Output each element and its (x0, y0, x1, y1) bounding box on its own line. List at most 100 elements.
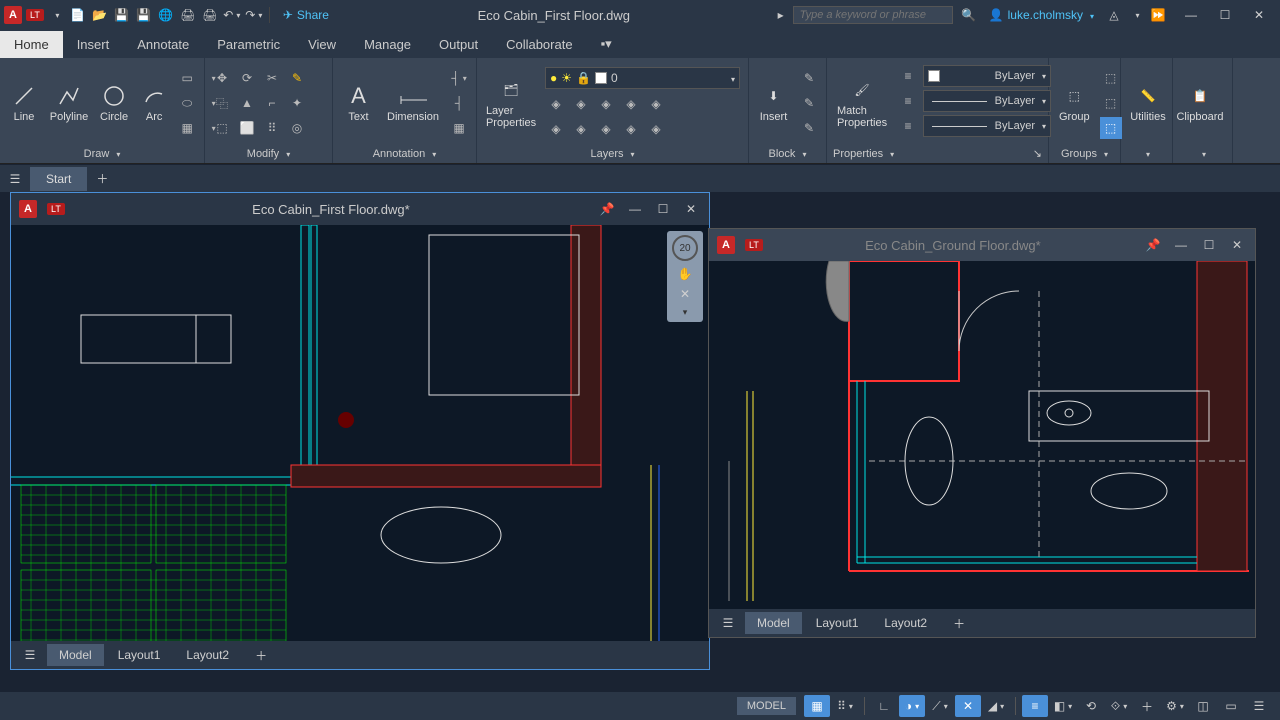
app-dropdown[interactable] (1126, 5, 1146, 25)
expand-icon[interactable]: ⏩ (1148, 5, 1168, 25)
layer-a-icon[interactable]: ◈ (545, 118, 567, 140)
search-prev-icon[interactable]: ▸ (771, 5, 791, 25)
lineweight-dropdown[interactable]: ByLayer (923, 90, 1051, 112)
file-tabs-menu[interactable]: ☰ (0, 172, 30, 186)
tab-collaborate[interactable]: Collaborate (492, 31, 587, 58)
layer-iso-icon[interactable]: ◈ (620, 93, 642, 115)
tab-output[interactable]: Output (425, 31, 492, 58)
start-tab[interactable]: Start (30, 167, 87, 191)
osnap-toggle[interactable]: ✕ (955, 695, 981, 717)
ws-dd[interactable]: ⚙ (1162, 695, 1188, 717)
doc1-model-tab[interactable]: Model (47, 644, 104, 666)
cycle-toggle[interactable]: ⟲ (1078, 695, 1104, 717)
doc1-layout1-tab[interactable]: Layout1 (106, 644, 173, 666)
doc2-min-button[interactable]: — (1171, 235, 1191, 255)
doc2-layout2-tab[interactable]: Layout2 (872, 612, 939, 634)
block-edit-icon[interactable]: ✎ (798, 92, 820, 114)
ortho-toggle[interactable]: ∟ (871, 695, 897, 717)
tab-annotate[interactable]: Annotate (123, 31, 203, 58)
layer-dropdown[interactable]: ● ☀ 🔒 0 (545, 67, 740, 89)
transparency-toggle[interactable]: ◧ (1050, 695, 1076, 717)
layer-b-icon[interactable]: ◈ (570, 118, 592, 140)
erase-icon[interactable]: ✎ (286, 67, 308, 89)
user-menu[interactable]: 👤 luke.cholmsky (981, 8, 1102, 22)
anno-scale[interactable]: ⟐ (1106, 695, 1132, 717)
tab-insert[interactable]: Insert (63, 31, 124, 58)
doc2-layout-menu[interactable]: ☰ (713, 616, 743, 630)
text-tool[interactable]: AText (339, 81, 378, 125)
polar-toggle[interactable]: ◑ (899, 695, 925, 717)
table-icon[interactable]: ▦ (448, 117, 470, 139)
trim-icon[interactable]: ✂ (261, 67, 283, 89)
status-model[interactable]: MODEL (737, 697, 796, 715)
tab-home[interactable]: Home (0, 31, 63, 58)
custom-btn[interactable]: ☰ (1246, 695, 1272, 717)
arc-tool[interactable]: Arc (138, 81, 170, 125)
doc2-pin-icon[interactable]: 📌 (1143, 235, 1163, 255)
doc1-min-button[interactable]: — (625, 199, 645, 219)
units-btn[interactable]: ▭ (1218, 695, 1244, 717)
doc1-close-button[interactable]: ✕ (681, 199, 701, 219)
doc1-pin-icon[interactable]: 📌 (597, 199, 617, 219)
array-icon[interactable]: ⠿ (261, 117, 283, 139)
rect-icon[interactable]: ▭ (176, 67, 198, 89)
open-icon[interactable]: 📂 (90, 5, 110, 25)
layer-off-icon[interactable]: ◈ (545, 93, 567, 115)
scale-icon[interactable]: ⬜ (236, 117, 258, 139)
open-web-icon[interactable]: 🌐 (156, 5, 176, 25)
workspace-btn[interactable]: ＋ (1134, 695, 1160, 717)
new-icon[interactable]: 📄 (68, 5, 88, 25)
ungroup-icon[interactable]: ⬚ (1100, 67, 1122, 89)
otrack-toggle[interactable]: ◢ (983, 695, 1009, 717)
lw-icon[interactable]: ≡ (897, 90, 919, 112)
anno-monitor[interactable]: ◫ (1190, 695, 1216, 717)
layer-state-icon[interactable]: ◈ (645, 93, 667, 115)
block-attr-icon[interactable]: ✎ (798, 117, 820, 139)
group-edit-icon[interactable]: ⬚ (1100, 92, 1122, 114)
mirror-icon[interactable]: ▲ (236, 92, 258, 114)
plot-icon[interactable]: 🖨 (178, 5, 198, 25)
doc1-layout-add[interactable]: ＋ (243, 643, 279, 668)
doc2-layout1-tab[interactable]: Layout1 (804, 612, 871, 634)
ellipse-icon[interactable]: ⬭ (176, 92, 198, 114)
stretch-icon[interactable]: ⬚ (211, 117, 233, 139)
layer-e-icon[interactable]: ◈ (645, 118, 667, 140)
nav-more-icon[interactable]: ▾ (683, 307, 688, 318)
doc2-layout-add[interactable]: ＋ (941, 611, 977, 636)
doc2-model-tab[interactable]: Model (745, 612, 802, 634)
color-dropdown[interactable]: ByLayer (923, 65, 1051, 87)
fillet-icon[interactable]: ⌐ (261, 92, 283, 114)
doc2-max-button[interactable]: ☐ (1199, 235, 1219, 255)
saveas-icon[interactable]: 💾 (134, 5, 154, 25)
tab-parametric[interactable]: Parametric (203, 31, 294, 58)
leader2-icon[interactable]: ┤ (448, 92, 470, 114)
explode-icon[interactable]: ✦ (286, 92, 308, 114)
utilities-button[interactable]: 📏Utilities (1127, 81, 1169, 125)
dimension-tool[interactable]: Dimension (384, 81, 442, 125)
tab-express[interactable]: ▪▾ (587, 30, 626, 58)
doc1-canvas[interactable]: 20 ✋ ✕ ▾ (11, 225, 709, 641)
orbit-icon[interactable]: ✕ (680, 287, 690, 301)
layer-lock2-icon[interactable]: ◈ (595, 93, 617, 115)
doc1-layout-menu[interactable]: ☰ (15, 648, 45, 662)
layer-freeze-icon[interactable]: ◈ (570, 93, 592, 115)
move-icon[interactable]: ✥ (211, 67, 233, 89)
lt-icon[interactable]: ≡ (897, 115, 919, 137)
viewcube-icon[interactable]: 20 (672, 235, 698, 261)
save-icon[interactable]: 💾 (112, 5, 132, 25)
tab-view[interactable]: View (294, 31, 350, 58)
line-tool[interactable]: Line (6, 81, 42, 125)
linetype-dropdown[interactable]: ByLayer (923, 115, 1051, 137)
maximize-button[interactable]: ☐ (1216, 6, 1234, 24)
color-icon[interactable]: ≡ (897, 65, 919, 87)
grid-toggle[interactable]: ▦ (804, 695, 830, 717)
minimize-button[interactable]: — (1182, 6, 1200, 24)
hatch-icon[interactable]: ▦ (176, 117, 198, 139)
circle-tool[interactable]: Circle (96, 81, 132, 125)
isodraft-toggle[interactable]: ⟋ (927, 695, 953, 717)
app-logo[interactable]: A (4, 6, 22, 24)
redo-icon[interactable]: ↷ (244, 5, 264, 25)
search-input[interactable] (793, 6, 953, 24)
leader-icon[interactable]: ┤ (448, 67, 470, 89)
offset-icon[interactable]: ◎ (286, 117, 308, 139)
